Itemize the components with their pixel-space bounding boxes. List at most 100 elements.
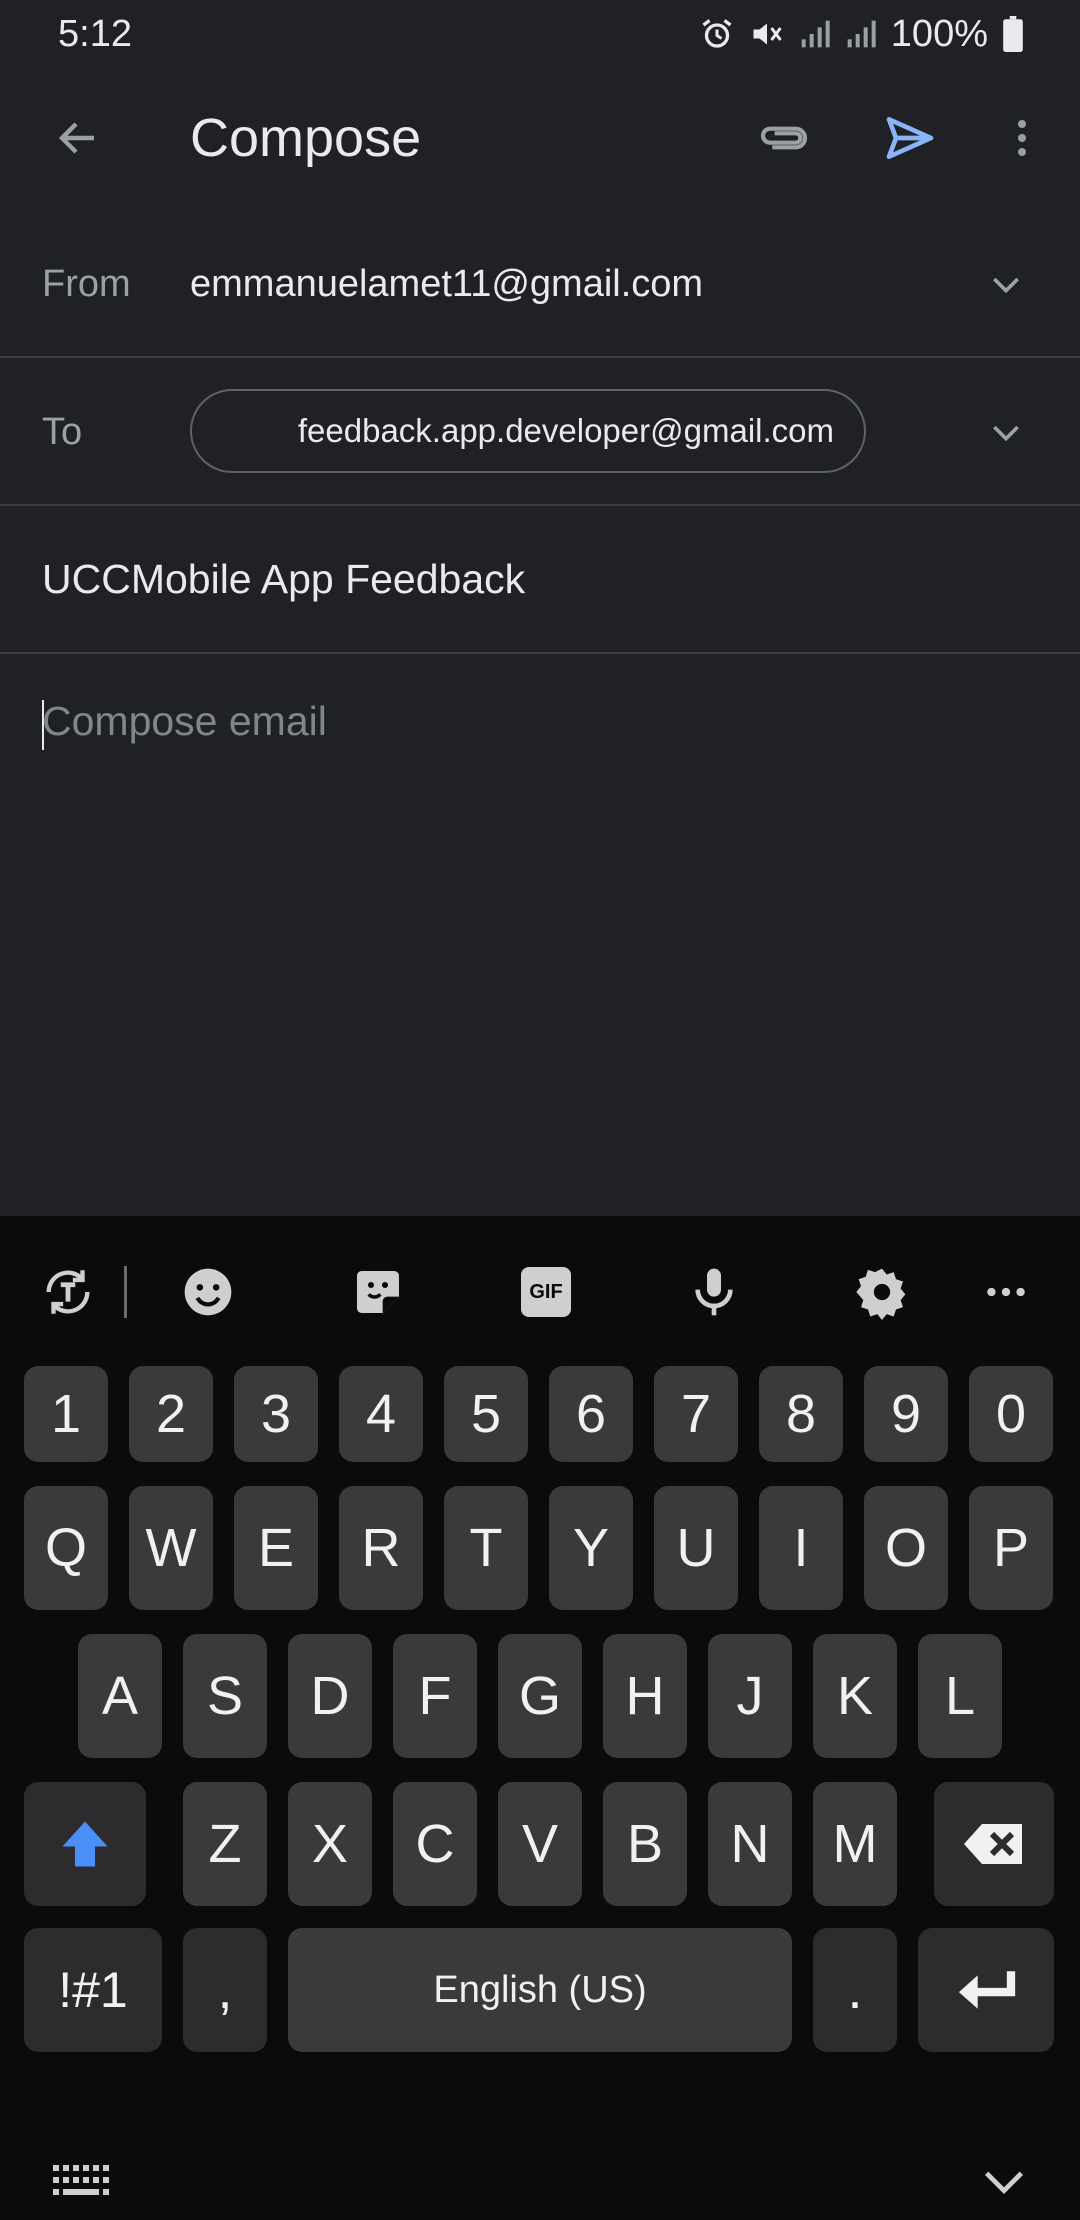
more-tools-button[interactable] xyxy=(968,1254,1044,1330)
app-bar: Compose xyxy=(0,68,1080,208)
key-o[interactable]: O xyxy=(864,1486,948,1610)
subject-row[interactable]: UCCMobile App Feedback xyxy=(0,506,1080,654)
attach-button[interactable] xyxy=(746,100,822,176)
backspace-key[interactable] xyxy=(934,1782,1054,1906)
battery-icon xyxy=(1002,16,1024,52)
key-e[interactable]: E xyxy=(234,1486,318,1610)
back-arrow-icon xyxy=(58,122,94,154)
key-f[interactable]: F xyxy=(393,1634,477,1758)
more-horizontal-icon xyxy=(987,1287,1025,1297)
voice-input-button[interactable] xyxy=(676,1254,752,1330)
symbols-key[interactable]: !#1 xyxy=(24,1928,162,2052)
emoji-button[interactable] xyxy=(170,1254,246,1330)
back-button[interactable] xyxy=(40,100,116,176)
from-email[interactable]: emmanuelamet11@gmail.com xyxy=(190,263,703,306)
more-options-button[interactable] xyxy=(984,100,1060,176)
body-placeholder: Compose email xyxy=(42,698,327,744)
to-row[interactable]: To feedback.app.developer@gmail.com xyxy=(0,358,1080,506)
signal-icon xyxy=(845,18,877,50)
keyboard: GIF 1 2 3 4 5 6 7 8 9 0 Q W E R T Y U I … xyxy=(0,1216,1080,2220)
send-button[interactable] xyxy=(872,100,948,176)
from-expand-button[interactable] xyxy=(980,258,1032,310)
translate-button[interactable] xyxy=(30,1254,106,1330)
text-cursor xyxy=(42,700,44,750)
from-label: From xyxy=(42,263,131,305)
key-i[interactable]: I xyxy=(759,1486,843,1610)
sticker-icon xyxy=(357,1271,399,1313)
keyboard-switch-button[interactable] xyxy=(48,2156,114,2206)
key-n[interactable]: N xyxy=(708,1782,792,1906)
key-w[interactable]: W xyxy=(129,1486,213,1610)
key-3[interactable]: 3 xyxy=(234,1366,318,1462)
key-r[interactable]: R xyxy=(339,1486,423,1610)
to-expand-button[interactable] xyxy=(980,406,1032,458)
sticker-button[interactable] xyxy=(340,1254,416,1330)
comma-key[interactable]: , xyxy=(183,1928,267,2052)
enter-key[interactable] xyxy=(918,1928,1054,2052)
status-time: 5:12 xyxy=(58,12,132,55)
status-icons: 100% xyxy=(699,13,1024,56)
keyboard-bottom-bar xyxy=(0,2116,1080,2220)
key-j[interactable]: J xyxy=(708,1634,792,1758)
key-b[interactable]: B xyxy=(603,1782,687,1906)
key-2[interactable]: 2 xyxy=(129,1366,213,1462)
key-h[interactable]: H xyxy=(603,1634,687,1758)
chevron-down-icon xyxy=(993,277,1019,294)
space-key[interactable]: English (US) xyxy=(288,1928,792,2052)
key-g[interactable]: G xyxy=(498,1634,582,1758)
key-l[interactable]: L xyxy=(918,1634,1002,1758)
keyboard-toolbar: GIF xyxy=(0,1216,1080,1366)
key-0[interactable]: 0 xyxy=(969,1366,1053,1462)
alarm-icon xyxy=(699,16,735,52)
hide-keyboard-button[interactable] xyxy=(974,2152,1034,2212)
recipient-chip[interactable]: feedback.app.developer@gmail.com xyxy=(190,389,866,473)
key-9[interactable]: 9 xyxy=(864,1366,948,1462)
backspace-icon xyxy=(964,1824,1022,1864)
shift-arrow-icon xyxy=(62,1821,108,1867)
period-key[interactable]: . xyxy=(813,1928,897,2052)
status-bar: 5:12 100% xyxy=(0,0,1080,68)
key-y[interactable]: Y xyxy=(549,1486,633,1610)
key-v[interactable]: V xyxy=(498,1782,582,1906)
battery-percent: 100% xyxy=(890,12,988,55)
key-x[interactable]: X xyxy=(288,1782,372,1906)
key-d[interactable]: D xyxy=(288,1634,372,1758)
emoji-icon xyxy=(184,1268,232,1316)
subject-field[interactable]: UCCMobile App Feedback xyxy=(42,556,525,603)
more-vert-icon xyxy=(1018,120,1026,156)
key-a[interactable]: A xyxy=(78,1634,162,1758)
from-row[interactable]: From emmanuelamet11@gmail.com xyxy=(0,210,1080,358)
key-s[interactable]: S xyxy=(183,1634,267,1758)
key-u[interactable]: U xyxy=(654,1486,738,1610)
key-t[interactable]: T xyxy=(444,1486,528,1610)
text-translate-icon xyxy=(46,1270,90,1314)
enter-return-icon xyxy=(958,1971,1016,2009)
key-m[interactable]: M xyxy=(813,1782,897,1906)
key-1[interactable]: 1 xyxy=(24,1366,108,1462)
key-k[interactable]: K xyxy=(813,1634,897,1758)
microphone-icon xyxy=(695,1268,733,1316)
key-8[interactable]: 8 xyxy=(759,1366,843,1462)
key-p[interactable]: P xyxy=(969,1486,1053,1610)
gif-icon: GIF xyxy=(521,1267,571,1317)
shift-key[interactable] xyxy=(24,1782,146,1906)
key-5[interactable]: 5 xyxy=(444,1366,528,1462)
mute-icon xyxy=(749,16,785,52)
gif-button[interactable]: GIF xyxy=(508,1254,584,1330)
key-c[interactable]: C xyxy=(393,1782,477,1906)
paperclip-icon xyxy=(760,126,808,150)
key-7[interactable]: 7 xyxy=(654,1366,738,1462)
key-z[interactable]: Z xyxy=(183,1782,267,1906)
to-label: To xyxy=(42,411,83,453)
keyboard-settings-button[interactable] xyxy=(844,1254,920,1330)
page-title: Compose xyxy=(190,108,422,168)
keyboard-icon xyxy=(53,2165,109,2195)
toolbar-divider xyxy=(124,1266,127,1318)
send-icon xyxy=(886,117,934,160)
key-q[interactable]: Q xyxy=(24,1486,108,1610)
signal-icon xyxy=(799,18,831,50)
key-4[interactable]: 4 xyxy=(339,1366,423,1462)
chevron-down-icon xyxy=(984,2171,1024,2195)
key-6[interactable]: 6 xyxy=(549,1366,633,1462)
body-field[interactable]: Compose email xyxy=(0,656,1080,1216)
